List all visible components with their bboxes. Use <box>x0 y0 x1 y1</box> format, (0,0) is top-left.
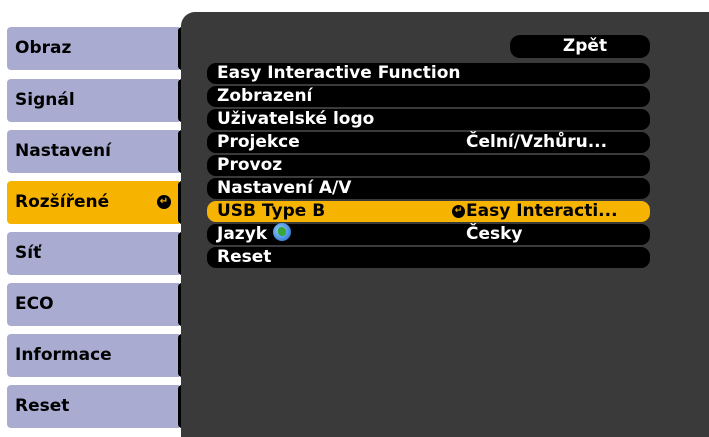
menu-item-label: Provoz <box>217 155 283 175</box>
menu-item-reset[interactable]: Reset <box>207 247 650 268</box>
menu-item-provoz[interactable]: Provoz <box>207 155 650 176</box>
tab-label: Nastavení <box>15 141 111 161</box>
tab-obraz[interactable]: Obraz <box>7 27 179 70</box>
back-button[interactable]: Zpět <box>510 35 650 58</box>
tab-label: Rozšířené <box>15 192 110 212</box>
menu-item-label: Reset <box>217 247 272 267</box>
menu-item-label: Nastavení A/V <box>217 178 352 198</box>
menu-item-label: Zobrazení <box>217 86 313 106</box>
tab-sit[interactable]: Síť <box>7 232 179 275</box>
tab-label: Informace <box>15 345 112 365</box>
menu-item-zobrazeni[interactable]: Zobrazení <box>207 86 650 107</box>
menu-item-label: Jazyk <box>217 224 268 244</box>
menu-item-easy-interactive-function[interactable]: Easy Interactive Function <box>207 63 650 84</box>
menu-item-jazyk[interactable]: Jazyk Česky <box>207 223 650 245</box>
tab-rozsirene[interactable]: Rozšířené ↵ <box>7 181 179 224</box>
tab-label: Signál <box>15 90 75 110</box>
tab-informace[interactable]: Informace <box>7 334 179 377</box>
tab-nastaveni[interactable]: Nastavení <box>7 130 179 173</box>
menu-item-label-wrap: Jazyk <box>217 223 292 245</box>
enter-icon: ↵ <box>157 195 171 209</box>
globe-icon <box>273 223 292 241</box>
tab-label: Síť <box>15 243 42 263</box>
menu-item-projekce[interactable]: Projekce Čelní/Vzhůru... <box>207 132 650 153</box>
menu-item-nastaveni-av[interactable]: Nastavení A/V <box>207 178 650 199</box>
tab-label: Obraz <box>15 38 72 58</box>
enter-icon: ↵ <box>452 205 465 218</box>
tab-reset[interactable]: Reset <box>7 385 179 428</box>
menu-item-label: USB Type B <box>217 201 326 221</box>
tab-signal[interactable]: Signál <box>7 79 179 122</box>
menu-item-uzivatelske-logo[interactable]: Uživatelské logo <box>207 109 650 130</box>
menu-item-value: Easy Interacti... <box>466 201 618 221</box>
menu-item-label: Uživatelské logo <box>217 109 375 129</box>
tab-label: ECO <box>15 294 54 314</box>
menu-item-value: Čelní/Vzhůru... <box>466 132 608 152</box>
category-tabs: Obraz Signál Nastavení Rozšířené ↵ Síť E… <box>0 0 190 437</box>
tab-label: Reset <box>15 396 70 416</box>
menu-item-label: Easy Interactive Function <box>217 63 461 83</box>
menu-item-usb-type-b[interactable]: USB Type B ↵ Easy Interacti... <box>207 201 650 222</box>
menu-item-label: Projekce <box>217 132 300 152</box>
menu-item-value: Česky <box>466 224 523 244</box>
tab-eco[interactable]: ECO <box>7 283 179 326</box>
